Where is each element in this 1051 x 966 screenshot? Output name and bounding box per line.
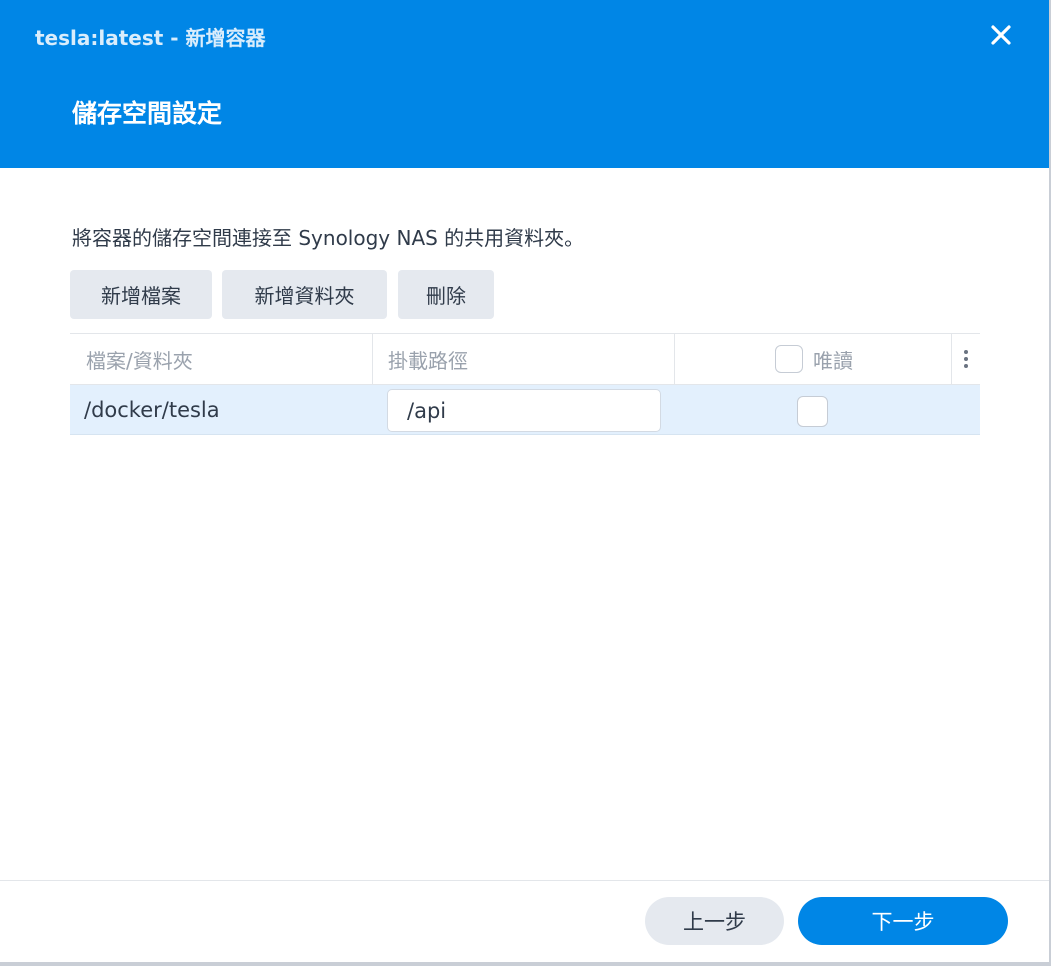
column-header-mount-path[interactable]: 掛載路徑 — [388, 334, 468, 384]
column-header-read-only: 唯讀 — [775, 334, 853, 384]
close-icon — [991, 25, 1011, 45]
mount-path-input[interactable]: /api — [387, 389, 661, 432]
dialog-header: tesla:latest - 新增容器 儲存空間設定 — [0, 0, 1049, 168]
window-title: tesla:latest - 新增容器 — [35, 26, 266, 50]
column-header-read-only-label: 唯讀 — [813, 348, 853, 373]
kebab-menu-icon — [964, 357, 968, 361]
table-row[interactable]: /docker/tesla /api — [70, 385, 980, 435]
read-only-checkbox[interactable] — [797, 396, 828, 427]
column-divider[interactable] — [951, 334, 952, 384]
add-file-button[interactable]: 新增檔案 — [70, 270, 212, 319]
file-folder-cell: /docker/tesla — [84, 397, 220, 422]
dialog-footer: 上一步 下一步 — [0, 880, 1049, 963]
read-only-select-all-checkbox[interactable] — [775, 345, 803, 373]
column-divider[interactable] — [674, 334, 675, 384]
add-container-dialog: tesla:latest - 新增容器 儲存空間設定 將容器的儲存空間連接至 S… — [0, 0, 1051, 966]
volume-table: 檔案/資料夾 掛載路徑 唯讀 /docker/tesla /api — [70, 333, 980, 435]
step-title: 儲存空間設定 — [72, 99, 223, 128]
kebab-menu-icon — [964, 350, 968, 354]
column-divider[interactable] — [372, 334, 373, 384]
delete-button[interactable]: 刪除 — [398, 270, 494, 319]
close-button[interactable] — [986, 20, 1016, 50]
kebab-menu-icon — [964, 364, 968, 368]
next-button[interactable]: 下一步 — [798, 897, 1008, 945]
step-description: 將容器的儲存空間連接至 Synology NAS 的共用資料夾。 — [72, 226, 585, 250]
previous-button[interactable]: 上一步 — [645, 897, 784, 945]
column-menu-button[interactable] — [954, 334, 978, 384]
table-header: 檔案/資料夾 掛載路徑 唯讀 — [70, 333, 980, 385]
add-folder-button[interactable]: 新增資料夾 — [222, 270, 387, 319]
column-header-file-folder[interactable]: 檔案/資料夾 — [86, 334, 193, 384]
